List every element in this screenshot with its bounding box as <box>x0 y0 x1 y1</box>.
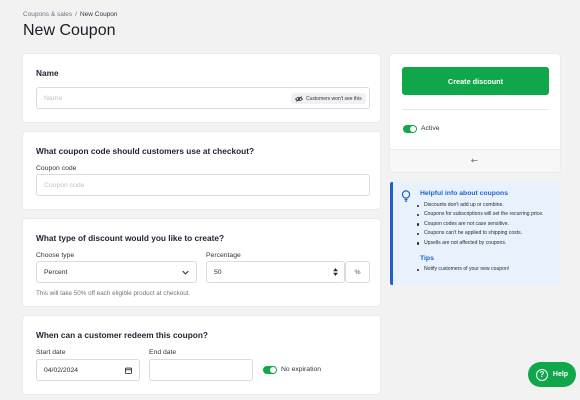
info-item: Coupons for subscriptions will set the r… <box>416 210 543 219</box>
no-expiration-toggle[interactable] <box>263 366 277 374</box>
breadcrumb-separator: / <box>75 11 77 18</box>
panel-footer <box>390 149 560 172</box>
calendar-icon[interactable] <box>125 367 132 374</box>
start-date-value: 04/02/2024 <box>44 366 79 374</box>
redeem-heading: When can a customer redeem this coupon? <box>36 330 208 340</box>
coupon-code-label: Coupon code <box>36 165 77 172</box>
breadcrumb: Coupons & sales / New Coupon <box>23 11 118 18</box>
help-label: Help <box>552 371 569 378</box>
coupon-code-card: What coupon code should customers use at… <box>23 132 380 209</box>
info-item: Coupon codes are not case sensitive. <box>416 220 543 229</box>
percentage-value: 50 <box>214 268 222 276</box>
name-card: Name Name Customers won't see this <box>23 54 380 122</box>
info-heading: Helpful info about coupons <box>420 190 508 197</box>
arrow-left-icon[interactable] <box>471 158 478 163</box>
lightbulb-icon <box>401 190 411 202</box>
badge-text: Customers won't see this <box>306 95 362 102</box>
percentage-label: Percentage <box>206 252 241 259</box>
eye-off-icon <box>295 95 303 102</box>
tips-list: Notify customers of your new coupon! <box>416 265 509 274</box>
percentage-input[interactable]: 50 <box>206 261 345 283</box>
discount-type-select[interactable]: Percent <box>36 261 197 283</box>
redeem-card: When can a customer redeem this coupon? … <box>23 316 380 394</box>
choose-type-label: Choose type <box>36 252 75 259</box>
start-date-input[interactable]: 04/02/2024 <box>36 359 140 381</box>
publish-panel: Create discount Active <box>390 54 560 172</box>
no-expiration-label: No expiration <box>281 366 322 373</box>
discount-type-heading: What type of discount would you like to … <box>36 233 225 243</box>
tips-item: Notify customers of your new coupon! <box>416 265 509 274</box>
question-icon: ? <box>535 368 548 381</box>
coupon-code-input[interactable]: Coupon code <box>36 174 370 196</box>
chevron-down-icon <box>182 270 189 275</box>
create-discount-button[interactable]: Create discount <box>402 67 549 95</box>
breadcrumb-parent-link[interactable]: Coupons & sales <box>23 11 72 18</box>
info-item: Upsells are not affected by coupons. <box>416 239 543 248</box>
end-date-input[interactable] <box>149 359 253 381</box>
tips-heading: Tips <box>420 255 434 262</box>
percent-suffix: % <box>345 261 370 283</box>
customers-wont-see-badge: Customers won't see this <box>291 93 366 104</box>
coupon-code-heading: What coupon code should customers use at… <box>36 146 255 156</box>
page-title: New Coupon <box>23 22 116 39</box>
active-toggle[interactable] <box>403 125 417 133</box>
stepper-icon[interactable] <box>333 268 338 276</box>
start-date-label: Start date <box>36 349 66 356</box>
name-heading: Name <box>36 68 59 78</box>
discount-type-card: What type of discount would you like to … <box>23 219 380 306</box>
discount-type-value: Percent <box>44 268 68 276</box>
panel-divider <box>402 109 549 110</box>
end-date-label: End date <box>149 349 177 356</box>
discount-hint: This will take 50% off each eligible pro… <box>36 290 191 297</box>
help-button[interactable]: ? Help <box>528 362 576 387</box>
breadcrumb-current: New Coupon <box>79 11 118 18</box>
coupon-info-box: Helpful info about coupons Discounts don… <box>390 182 560 285</box>
info-item: Coupons can't be applied to shipping cos… <box>416 229 543 238</box>
active-label: Active <box>421 125 440 132</box>
info-list: Discounts don't add up or combine. Coupo… <box>416 201 543 248</box>
info-item: Discounts don't add up or combine. <box>416 201 543 210</box>
percent-suffix-text: % <box>354 268 361 276</box>
